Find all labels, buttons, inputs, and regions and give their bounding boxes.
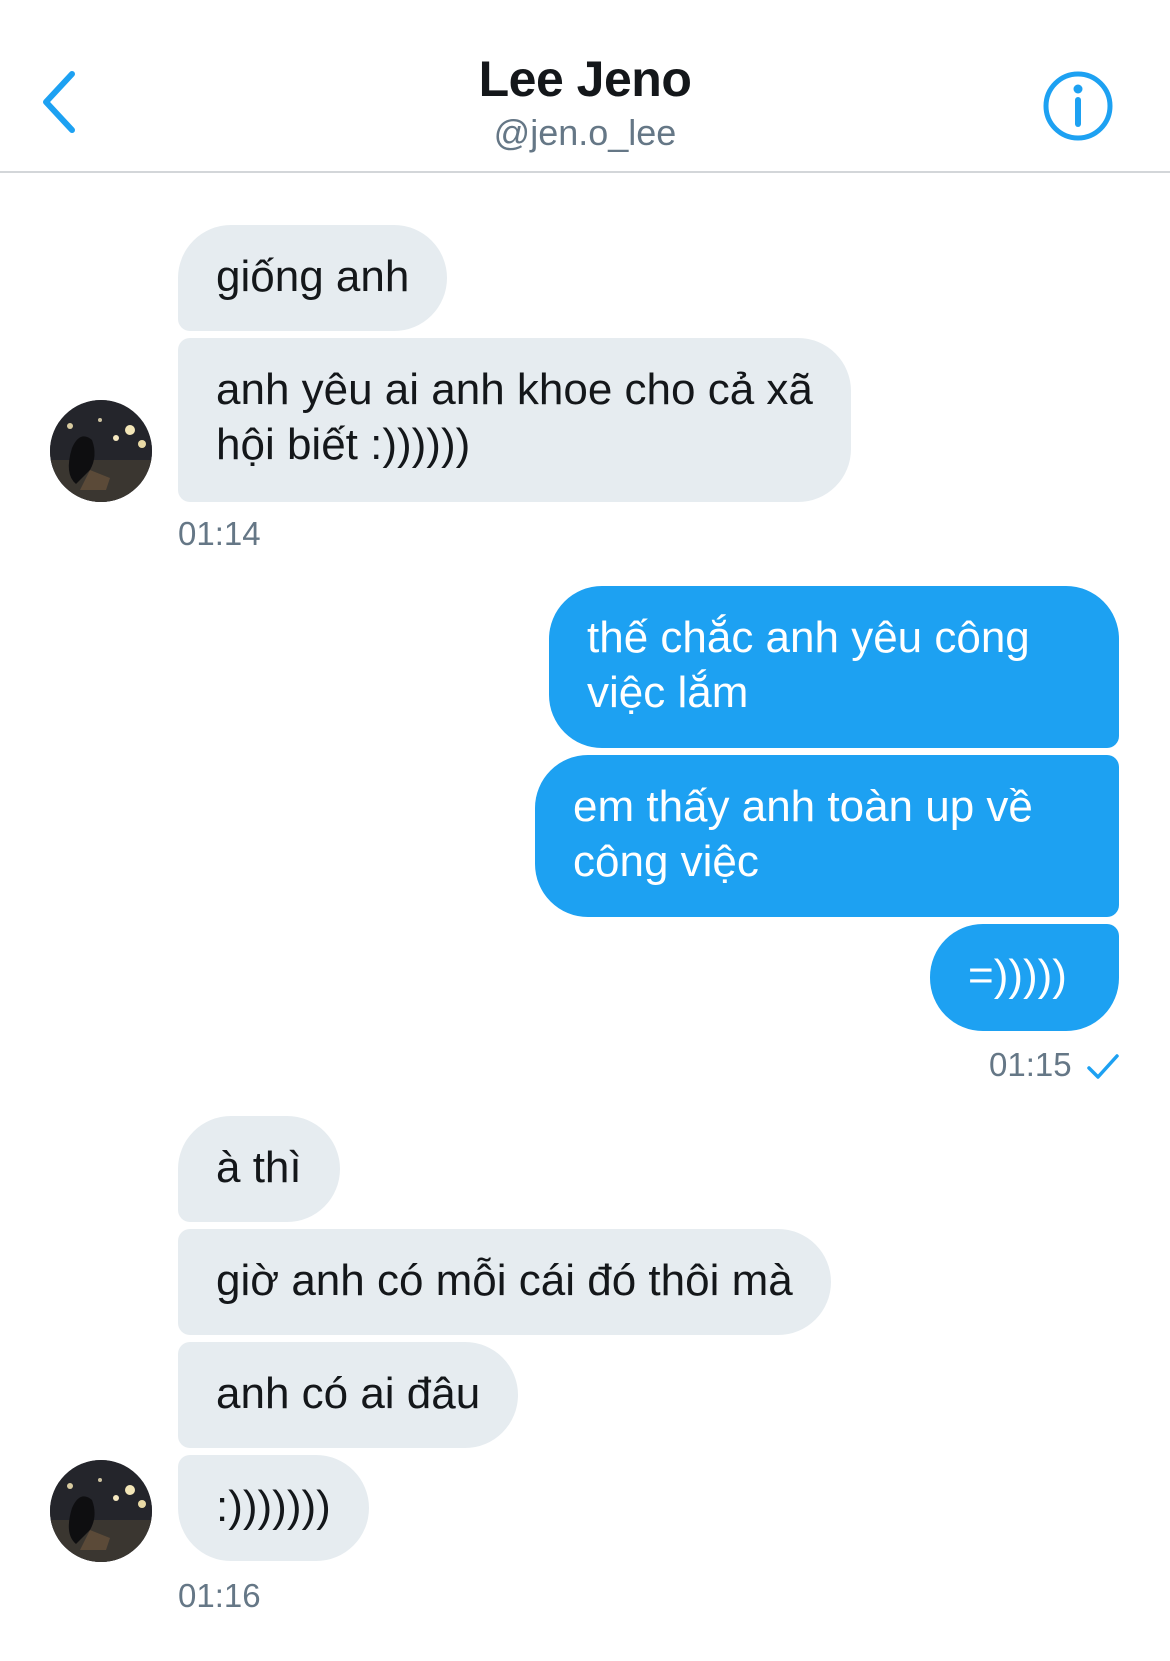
message-bubble-incoming[interactable]: giờ anh có mỗi cái đó thôi mà [178,1229,831,1335]
conversation-header: Lee Jeno @jen.o_lee [0,0,1170,173]
contact-handle[interactable]: @jen.o_lee [0,112,1170,154]
message-text-line: thế chắc anh yêu công [587,613,1030,662]
message-text: giống anh [216,252,410,301]
message-text-line: em thấy anh toàn up về [573,782,1033,831]
message-bubble-incoming[interactable]: giống anh [178,225,448,331]
avatar-photo [50,1460,152,1562]
contact-avatar[interactable] [50,1460,152,1562]
contact-name[interactable]: Lee Jeno [0,50,1170,108]
message-bubble-outgoing[interactable]: =))))) [930,924,1119,1031]
message-text: à thì [216,1143,302,1192]
message-timestamp: 01:14 [178,515,261,552]
message-bubble-outgoing[interactable]: em thấy anh toàn up về công việc [535,755,1119,917]
contact-avatar[interactable] [50,400,152,502]
message-bubble-incoming[interactable]: anh yêu ai anh khoe cho cả xã hội biết :… [178,338,851,502]
message-bubble-outgoing[interactable]: thế chắc anh yêu công việc lắm [549,586,1119,748]
message-timestamp: 01:15 [989,1046,1072,1083]
message-text-line: việc lắm [587,668,749,717]
message-text-line: hội biết :)))))) [216,420,471,469]
info-button[interactable] [1040,68,1116,144]
message-bubble-incoming[interactable]: anh có ai đâu [178,1342,519,1448]
checkmark-icon [1087,1054,1119,1079]
info-circle-icon [1043,71,1113,141]
message-text: giờ anh có mỗi cái đó thôi mà [216,1256,793,1305]
message-text-line: anh yêu ai anh khoe cho cả xã [216,365,813,414]
message-text-line: công việc [573,837,759,886]
avatar-photo [50,400,152,502]
message-text: =))))) [968,951,1067,1000]
message-text: anh có ai đâu [216,1369,481,1418]
message-text: :))))))) [216,1482,331,1531]
message-bubble-incoming[interactable]: :))))))) [178,1455,369,1561]
message-timestamp: 01:16 [178,1577,261,1614]
message-bubble-incoming[interactable]: à thì [178,1116,340,1222]
